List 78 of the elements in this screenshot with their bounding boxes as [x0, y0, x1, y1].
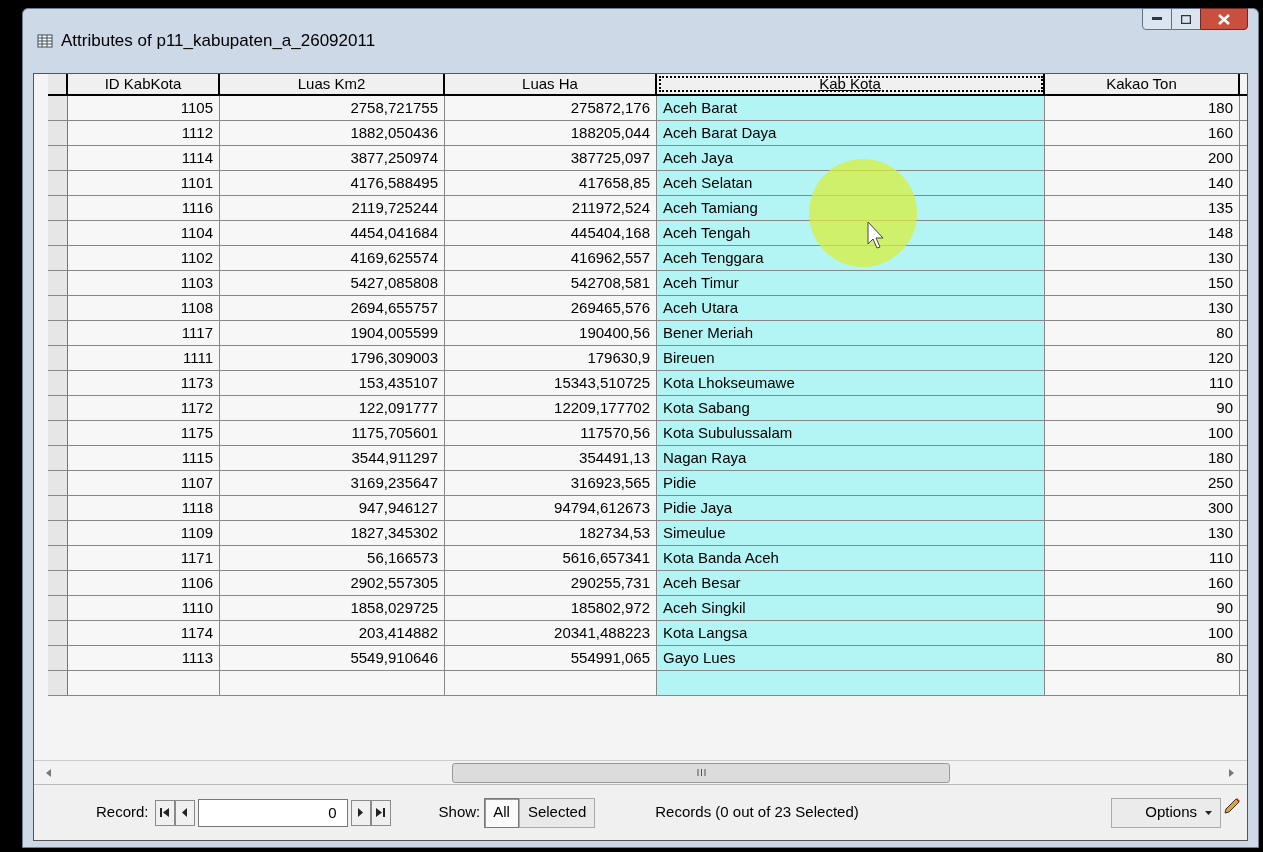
maximize-button[interactable]	[1172, 8, 1200, 30]
row-selector[interactable]	[48, 371, 68, 395]
table-cell: Kota Banda Aceh	[657, 546, 1045, 570]
table-cell: Pidie Jaya	[657, 496, 1045, 520]
row-selector[interactable]	[48, 571, 68, 595]
table-cell: Pidie	[657, 471, 1045, 495]
row-selector[interactable]	[48, 171, 68, 195]
table-cell: Aceh Barat Daya	[657, 121, 1045, 145]
row-selector[interactable]	[48, 246, 68, 270]
table-cell: Kota Langsa	[657, 621, 1045, 645]
row-selector[interactable]	[48, 396, 68, 420]
first-record-button[interactable]	[154, 799, 175, 826]
show-label: Show:	[438, 802, 481, 823]
column-header[interactable]: Luas Km2	[220, 74, 445, 94]
table-cell: Aceh Utara	[657, 296, 1045, 320]
row-selector[interactable]	[48, 546, 68, 570]
row-selector[interactable]	[48, 421, 68, 445]
window-title: Attributes of p11_kabupaten_a_26092011	[61, 30, 376, 53]
row-selector[interactable]	[48, 496, 68, 520]
next-record-button[interactable]	[350, 799, 371, 826]
row-selector[interactable]	[48, 96, 68, 120]
pencil-icon[interactable]	[1223, 796, 1241, 815]
row-selector[interactable]	[48, 271, 68, 295]
column-header[interactable]: Luas Ha	[445, 74, 657, 94]
scroll-right-icon[interactable]	[1229, 768, 1235, 777]
row-selector[interactable]	[48, 321, 68, 345]
row-selector[interactable]	[48, 146, 68, 170]
row-selector[interactable]	[48, 196, 68, 220]
record-label: Record:	[96, 802, 149, 823]
scrollbar-thumb[interactable]	[452, 762, 950, 783]
row-selector[interactable]	[48, 471, 68, 495]
records-status: Records (0 out of 23 Selected)	[655, 802, 859, 823]
table-cell: Kota Subulussalam	[657, 421, 1045, 445]
table-cell: Simeulue	[657, 521, 1045, 545]
row-selector[interactable]	[48, 621, 68, 645]
table-cell: Aceh Singkil	[657, 596, 1045, 620]
table-cell: Bireuen	[657, 346, 1045, 370]
column-header[interactable]: ID KabKota	[68, 74, 220, 94]
record-field[interactable]: 0	[197, 798, 348, 827]
table-cell: Aceh Timur	[657, 271, 1045, 295]
maximize-icon	[1181, 14, 1191, 24]
row-selector[interactable]	[48, 221, 68, 245]
row-selector[interactable]	[48, 596, 68, 620]
last-icon	[376, 808, 386, 817]
row-selector[interactable]	[48, 446, 68, 470]
row-selector[interactable]	[48, 346, 68, 370]
previous-record-button[interactable]	[174, 799, 195, 826]
next-icon	[358, 808, 364, 817]
table-cell: Aceh Barat	[657, 96, 1045, 120]
row-selector[interactable]	[48, 121, 68, 145]
table-cell: Kota Sabang	[657, 396, 1045, 420]
table-cell: Gayo Lues	[657, 646, 1045, 670]
table-cell: Nagan Raya	[657, 446, 1045, 470]
row-selector[interactable]	[48, 521, 68, 545]
caret-icon	[1205, 810, 1212, 815]
minimize-icon	[1152, 17, 1162, 21]
table-cell: Aceh Jaya	[657, 146, 1045, 170]
table-cell: Bener Meriah	[657, 321, 1045, 345]
options-button[interactable]: Options	[1111, 797, 1221, 828]
table-cell: Aceh Besar	[657, 571, 1045, 595]
row-selector[interactable]	[48, 671, 68, 695]
row-selector[interactable]	[48, 296, 68, 320]
previous-icon	[182, 808, 188, 817]
close-icon	[1218, 13, 1230, 25]
grip-icon	[696, 769, 706, 776]
last-record-button[interactable]	[370, 799, 391, 826]
table-icon	[37, 33, 53, 49]
scroll-left-icon[interactable]	[46, 768, 52, 777]
column-header[interactable]: Kab Kota	[657, 74, 1045, 94]
show-filter-button[interactable]: All	[484, 797, 519, 828]
show-filter-button[interactable]: Selected	[518, 797, 596, 828]
row-selector[interactable]	[48, 646, 68, 670]
horizontal-scrollbar[interactable]	[34, 760, 1247, 784]
table-cell: Kota Lhokseumawe	[657, 371, 1045, 395]
minimize-button[interactable]	[1142, 8, 1172, 30]
close-button[interactable]	[1200, 8, 1248, 30]
column-header[interactable]: Kakao Ton	[1045, 74, 1240, 94]
first-icon	[160, 808, 170, 817]
